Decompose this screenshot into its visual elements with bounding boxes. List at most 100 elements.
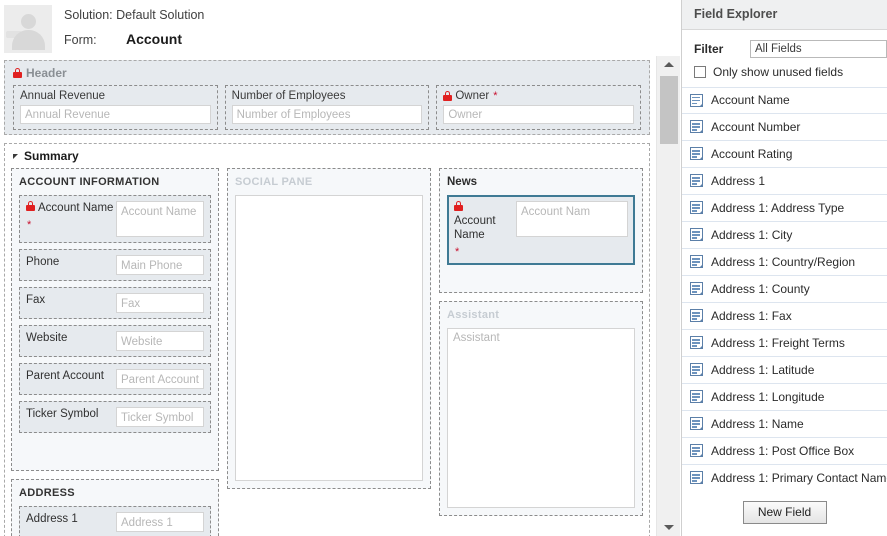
header-tab-section[interactable]: Header Annual Revenue Annual Revenue Num… <box>4 60 650 135</box>
lock-icon <box>26 201 35 211</box>
form-design-canvas[interactable]: Header Annual Revenue Annual Revenue Num… <box>0 56 656 536</box>
new-field-button[interactable]: New Field <box>742 500 827 524</box>
section-address[interactable]: ADDRESS Address 1 Address 1 <box>11 479 219 536</box>
field-row-phone[interactable]: Phone Main Phone <box>19 249 211 281</box>
field-input-annual-revenue[interactable]: Annual Revenue <box>20 105 211 124</box>
field-document-icon <box>690 93 703 107</box>
field-explorer-item-label: Address 1: City <box>711 227 793 242</box>
field-input-fax[interactable]: Fax <box>116 293 204 313</box>
summary-columns: ACCOUNT INFORMATION Account Name * Accoun… <box>5 168 649 536</box>
field-explorer-item[interactable]: Address 1: Post Office Box <box>682 438 887 465</box>
field-explorer-item-label: Address 1: Fax <box>711 308 792 323</box>
filter-select[interactable]: All Fields <box>750 39 887 58</box>
field-explorer-item-label: Address 1: Primary Contact Name <box>711 470 887 485</box>
section-social-pane[interactable]: SOCIAL PANE <box>227 168 431 489</box>
field-document-icon <box>690 120 703 134</box>
field-document-icon <box>690 282 703 296</box>
required-asterisk: * <box>493 90 498 102</box>
field-input-address-1[interactable]: Address 1 <box>116 512 204 532</box>
field-row-address-1[interactable]: Address 1 Address 1 <box>19 506 211 536</box>
field-cell-owner[interactable]: Owner * Owner <box>436 85 642 130</box>
required-asterisk: * <box>27 219 32 231</box>
social-pane-placeholder[interactable] <box>235 195 423 481</box>
only-unused-fields-row[interactable]: Only show unused fields <box>694 65 887 79</box>
scroll-down-arrow-icon[interactable] <box>657 519 681 536</box>
field-row-account-name[interactable]: Account Name * Account Name <box>19 195 211 243</box>
summary-column-1: ACCOUNT INFORMATION Account Name * Accoun… <box>11 168 219 536</box>
summary-tab-title[interactable]: Summary <box>5 144 649 168</box>
field-explorer-title: Field Explorer <box>682 0 887 30</box>
lock-icon <box>454 201 463 211</box>
field-document-icon <box>690 147 703 161</box>
form-editor-window: Solution: Default Solution Form: Account… <box>0 0 887 536</box>
summary-tab-section[interactable]: Summary ACCOUNT INFORMATION Account Name… <box>4 143 650 536</box>
field-label: Number of Employees <box>231 90 346 102</box>
summary-column-3: News Account Name * Account Nam Assistan… <box>439 168 643 536</box>
field-explorer-item[interactable]: Address 1: Country/Region <box>682 249 887 276</box>
field-explorer-item[interactable]: Account Name <box>682 86 887 114</box>
field-explorer-item[interactable]: Address 1: Latitude <box>682 357 887 384</box>
scroll-up-arrow-icon[interactable] <box>657 56 681 73</box>
field-document-icon <box>690 201 703 215</box>
user-avatar-icon <box>4 5 52 53</box>
field-explorer-item[interactable]: Address 1: Primary Contact Name <box>682 465 887 488</box>
section-title: SOCIAL PANE <box>235 176 313 188</box>
field-input-news-account-name[interactable]: Account Nam <box>516 201 628 237</box>
lock-icon <box>443 91 453 101</box>
field-explorer-item[interactable]: Address 1: County <box>682 276 887 303</box>
field-input-number-of-employees[interactable]: Number of Employees <box>231 105 423 124</box>
field-cell-annual-revenue[interactable]: Annual Revenue Annual Revenue <box>13 85 218 130</box>
field-explorer-item[interactable]: Address 1: Fax <box>682 303 887 330</box>
field-explorer-list[interactable]: Account Name Account Number Account Rating… <box>682 86 887 488</box>
field-explorer-item[interactable]: Address 1: Freight Terms <box>682 330 887 357</box>
field-input-assistant[interactable]: Assistant <box>447 328 635 508</box>
field-row-ticker-symbol[interactable]: Ticker Symbol Ticker Symbol <box>19 401 211 433</box>
section-empty-space[interactable] <box>19 433 211 463</box>
field-explorer-item[interactable]: Account Rating <box>682 141 887 168</box>
form-label: Form: <box>64 32 97 47</box>
canvas-vertical-scrollbar[interactable] <box>656 56 680 536</box>
field-cell-number-of-employees[interactable]: Number of Employees Number of Employees <box>224 85 430 130</box>
field-explorer-item[interactable]: Address 1: Address Type <box>682 195 887 222</box>
field-input-parent-account[interactable]: Parent Account <box>116 369 204 389</box>
field-input-account-name[interactable]: Account Name <box>116 201 204 237</box>
header-tab-title: Header <box>5 61 649 85</box>
section-title: ACCOUNT INFORMATION <box>19 176 160 188</box>
field-label: Fax <box>26 294 46 306</box>
field-label: Ticker Symbol <box>26 408 99 420</box>
field-label: Parent Account <box>26 370 104 382</box>
field-input-ticker-symbol[interactable]: Ticker Symbol <box>116 407 204 427</box>
field-explorer-item[interactable]: Account Number <box>682 114 887 141</box>
field-input-website[interactable]: Website <box>116 331 204 351</box>
collapse-triangle-icon[interactable] <box>13 153 18 159</box>
field-explorer-item-label: Address 1: Freight Terms <box>711 335 845 350</box>
field-document-icon <box>690 255 703 269</box>
form-title-block: Solution: Default Solution Form: Account <box>64 9 204 46</box>
scrollbar-thumb[interactable] <box>660 76 678 144</box>
field-explorer-item[interactable]: Address 1: Longitude <box>682 384 887 411</box>
field-input-owner[interactable]: Owner <box>443 105 635 124</box>
section-account-information[interactable]: ACCOUNT INFORMATION Account Name * Accoun… <box>11 168 219 471</box>
field-explorer-item[interactable]: Address 1 <box>682 168 887 195</box>
field-row-news-account-name[interactable]: Account Name * Account Nam <box>447 195 635 265</box>
section-title: News <box>447 176 478 188</box>
section-news[interactable]: News Account Name * Account Nam <box>439 168 643 293</box>
field-document-icon <box>690 309 703 323</box>
field-row-website[interactable]: Website Website <box>19 325 211 357</box>
field-explorer-item-label: Address 1: County <box>711 281 810 296</box>
field-explorer-item[interactable]: Address 1: City <box>682 222 887 249</box>
field-input-phone[interactable]: Main Phone <box>116 255 204 275</box>
field-row-parent-account[interactable]: Parent Account Parent Account <box>19 363 211 395</box>
field-row-fax[interactable]: Fax Fax <box>19 287 211 319</box>
field-explorer-item-label: Address 1: Post Office Box <box>711 443 855 458</box>
section-empty-space[interactable] <box>447 265 635 285</box>
section-assistant[interactable]: Assistant Assistant <box>439 301 643 516</box>
field-document-icon <box>690 471 703 485</box>
field-document-icon <box>690 228 703 242</box>
only-unused-fields-checkbox[interactable] <box>694 65 706 78</box>
required-asterisk: * <box>455 246 460 258</box>
field-explorer-item[interactable]: Address 1: Name <box>682 411 887 438</box>
field-document-icon <box>690 444 703 458</box>
field-explorer-panel: Field Explorer Filter All Fields Only sh… <box>681 0 887 536</box>
field-explorer-item-label: Account Number <box>711 119 801 134</box>
